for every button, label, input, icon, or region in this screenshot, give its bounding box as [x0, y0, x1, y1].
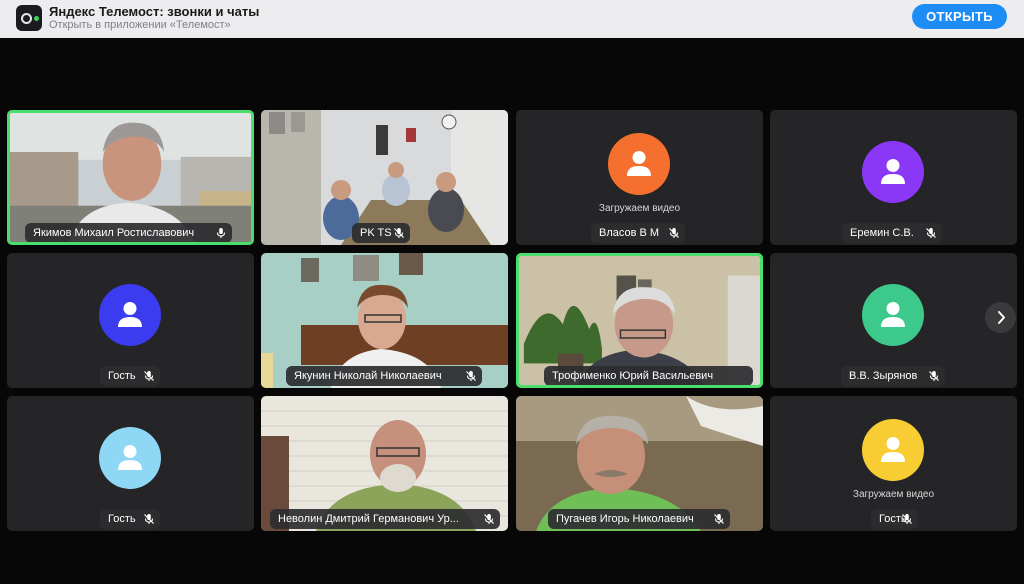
participant-tile-7[interactable]: В.В. Зырянов — [770, 253, 1017, 388]
person-icon — [118, 445, 142, 470]
participant-avatar-11 — [862, 419, 924, 481]
telemost-app-icon — [16, 5, 42, 31]
participant-tile-11[interactable]: Загружаем видео Гость — [770, 396, 1017, 531]
microphone-icon — [216, 228, 226, 238]
microphone-off-icon — [144, 514, 154, 524]
microphone-off-icon — [669, 228, 679, 238]
participant-name-5: Якунин Николай Николаевич — [286, 366, 482, 386]
participant-tile-4[interactable]: Гость — [7, 253, 254, 388]
loading-video-label: Загружаем видео — [852, 489, 935, 500]
microphone-off-icon — [144, 371, 154, 381]
loading-video-label: Загружаем видео — [598, 203, 681, 214]
person-icon — [118, 302, 142, 327]
microphone-off-icon — [929, 371, 939, 381]
participant-name-6: Трофименко Юрий Васильевич — [544, 366, 753, 385]
participant-tile-9[interactable]: Неволин Дмитрий Германович Ур... — [261, 396, 508, 531]
participant-name-3: Еремин С.В. — [842, 223, 942, 243]
participant-tile-3[interactable]: Еремин С.В. — [770, 110, 1017, 245]
participant-avatar-7 — [862, 284, 924, 346]
participant-tile-6[interactable]: Трофименко Юрий Васильевич — [516, 253, 763, 388]
person-icon — [627, 151, 651, 176]
next-page-button[interactable] — [985, 302, 1016, 333]
open-app-button[interactable]: ОТКРЫТЬ — [912, 4, 1007, 29]
microphone-off-icon — [466, 371, 476, 381]
participant-avatar-2 — [608, 133, 670, 195]
participant-tile-1[interactable]: PK TS — [261, 110, 508, 245]
participant-avatar-3 — [862, 141, 924, 203]
person-icon — [881, 437, 905, 462]
participant-tile-5[interactable]: Якунин Николай Николаевич — [261, 253, 508, 388]
participant-name-1: PK TS — [352, 223, 410, 243]
participant-name-11: Гость — [871, 509, 918, 529]
participant-tile-2[interactable]: Загружаем видео Власов В М — [516, 110, 763, 245]
participant-avatar-8 — [99, 427, 161, 489]
microphone-off-icon — [902, 514, 912, 524]
participant-name-2: Власов В М — [591, 223, 685, 243]
microphone-off-icon — [484, 514, 494, 524]
participant-name-10: Пугачев Игорь Николаевич — [548, 509, 730, 529]
participant-name-0: Якимов Михаил Ростиславович — [25, 223, 232, 242]
participant-tile-8[interactable]: Гость — [7, 396, 254, 531]
microphone-off-icon — [926, 228, 936, 238]
person-icon — [881, 302, 905, 327]
participant-tile-0[interactable]: Якимов Михаил Ростиславович — [7, 110, 254, 245]
app-install-banner: Яндекс Телемост: звонки и чаты Открыть в… — [0, 0, 1024, 38]
participant-name-9: Неволин Дмитрий Германович Ур... — [270, 509, 500, 529]
chevron-right-icon — [998, 311, 1005, 324]
participant-name-4: Гость — [100, 366, 160, 386]
banner-subtitle: Открыть в приложении «Телемост» — [49, 19, 231, 31]
person-icon — [881, 159, 905, 184]
participant-tile-10[interactable]: Пугачев Игорь Николаевич — [516, 396, 763, 531]
microphone-off-icon — [394, 228, 404, 238]
banner-app-name: Яндекс Телемост: звонки и чаты — [49, 4, 260, 19]
participant-name-8: Гость — [100, 509, 160, 529]
microphone-off-icon — [714, 514, 724, 524]
participant-name-7: В.В. Зырянов — [841, 366, 945, 386]
participant-avatar-4 — [99, 284, 161, 346]
